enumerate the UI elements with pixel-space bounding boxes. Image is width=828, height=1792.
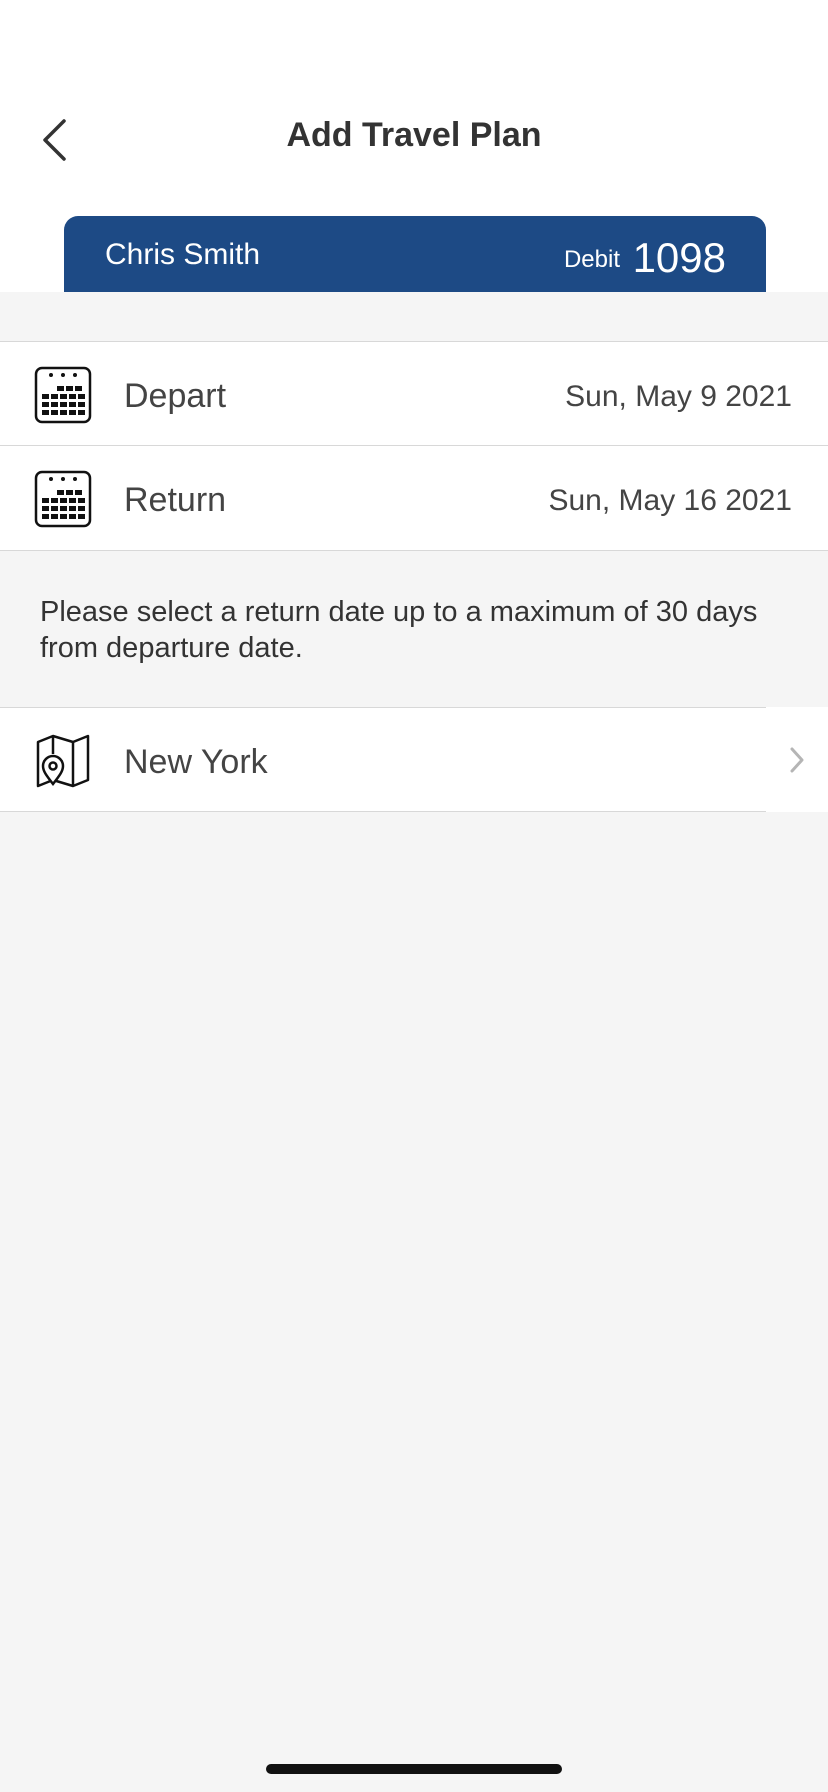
calendar-icon — [34, 366, 92, 424]
account-card: Chris Smith Debit 1098 — [64, 216, 766, 292]
return-date-hint: Please select a return date up to a maxi… — [40, 596, 758, 664]
depart-label: Depart — [124, 377, 227, 415]
return-date-value: Sun, May 16 2021 — [548, 484, 792, 517]
destination-label: New York — [124, 743, 268, 781]
return-date-row[interactable]: Return Sun, May 16 2021 — [0, 446, 828, 551]
depart-date-row[interactable]: Depart Sun, May 9 2021 — [0, 341, 828, 446]
page-title: Add Travel Plan — [286, 116, 542, 154]
return-label: Return — [124, 481, 227, 519]
header: Add Travel Plan Chris Smith Debit 1098 — [0, 0, 828, 292]
home-indicator[interactable] — [266, 1764, 562, 1774]
map-pin-icon — [36, 734, 90, 788]
account-type: Debit — [563, 246, 620, 273]
destination-chevron[interactable] — [766, 707, 828, 812]
account-number: 1098 — [632, 234, 726, 281]
destination-row[interactable]: New York — [0, 707, 766, 812]
chevron-right-icon — [790, 747, 804, 772]
depart-date-value: Sun, May 9 2021 — [565, 380, 792, 413]
section-spacer — [0, 292, 828, 340]
account-holder-name: Chris Smith — [105, 238, 261, 271]
calendar-icon — [34, 470, 92, 528]
